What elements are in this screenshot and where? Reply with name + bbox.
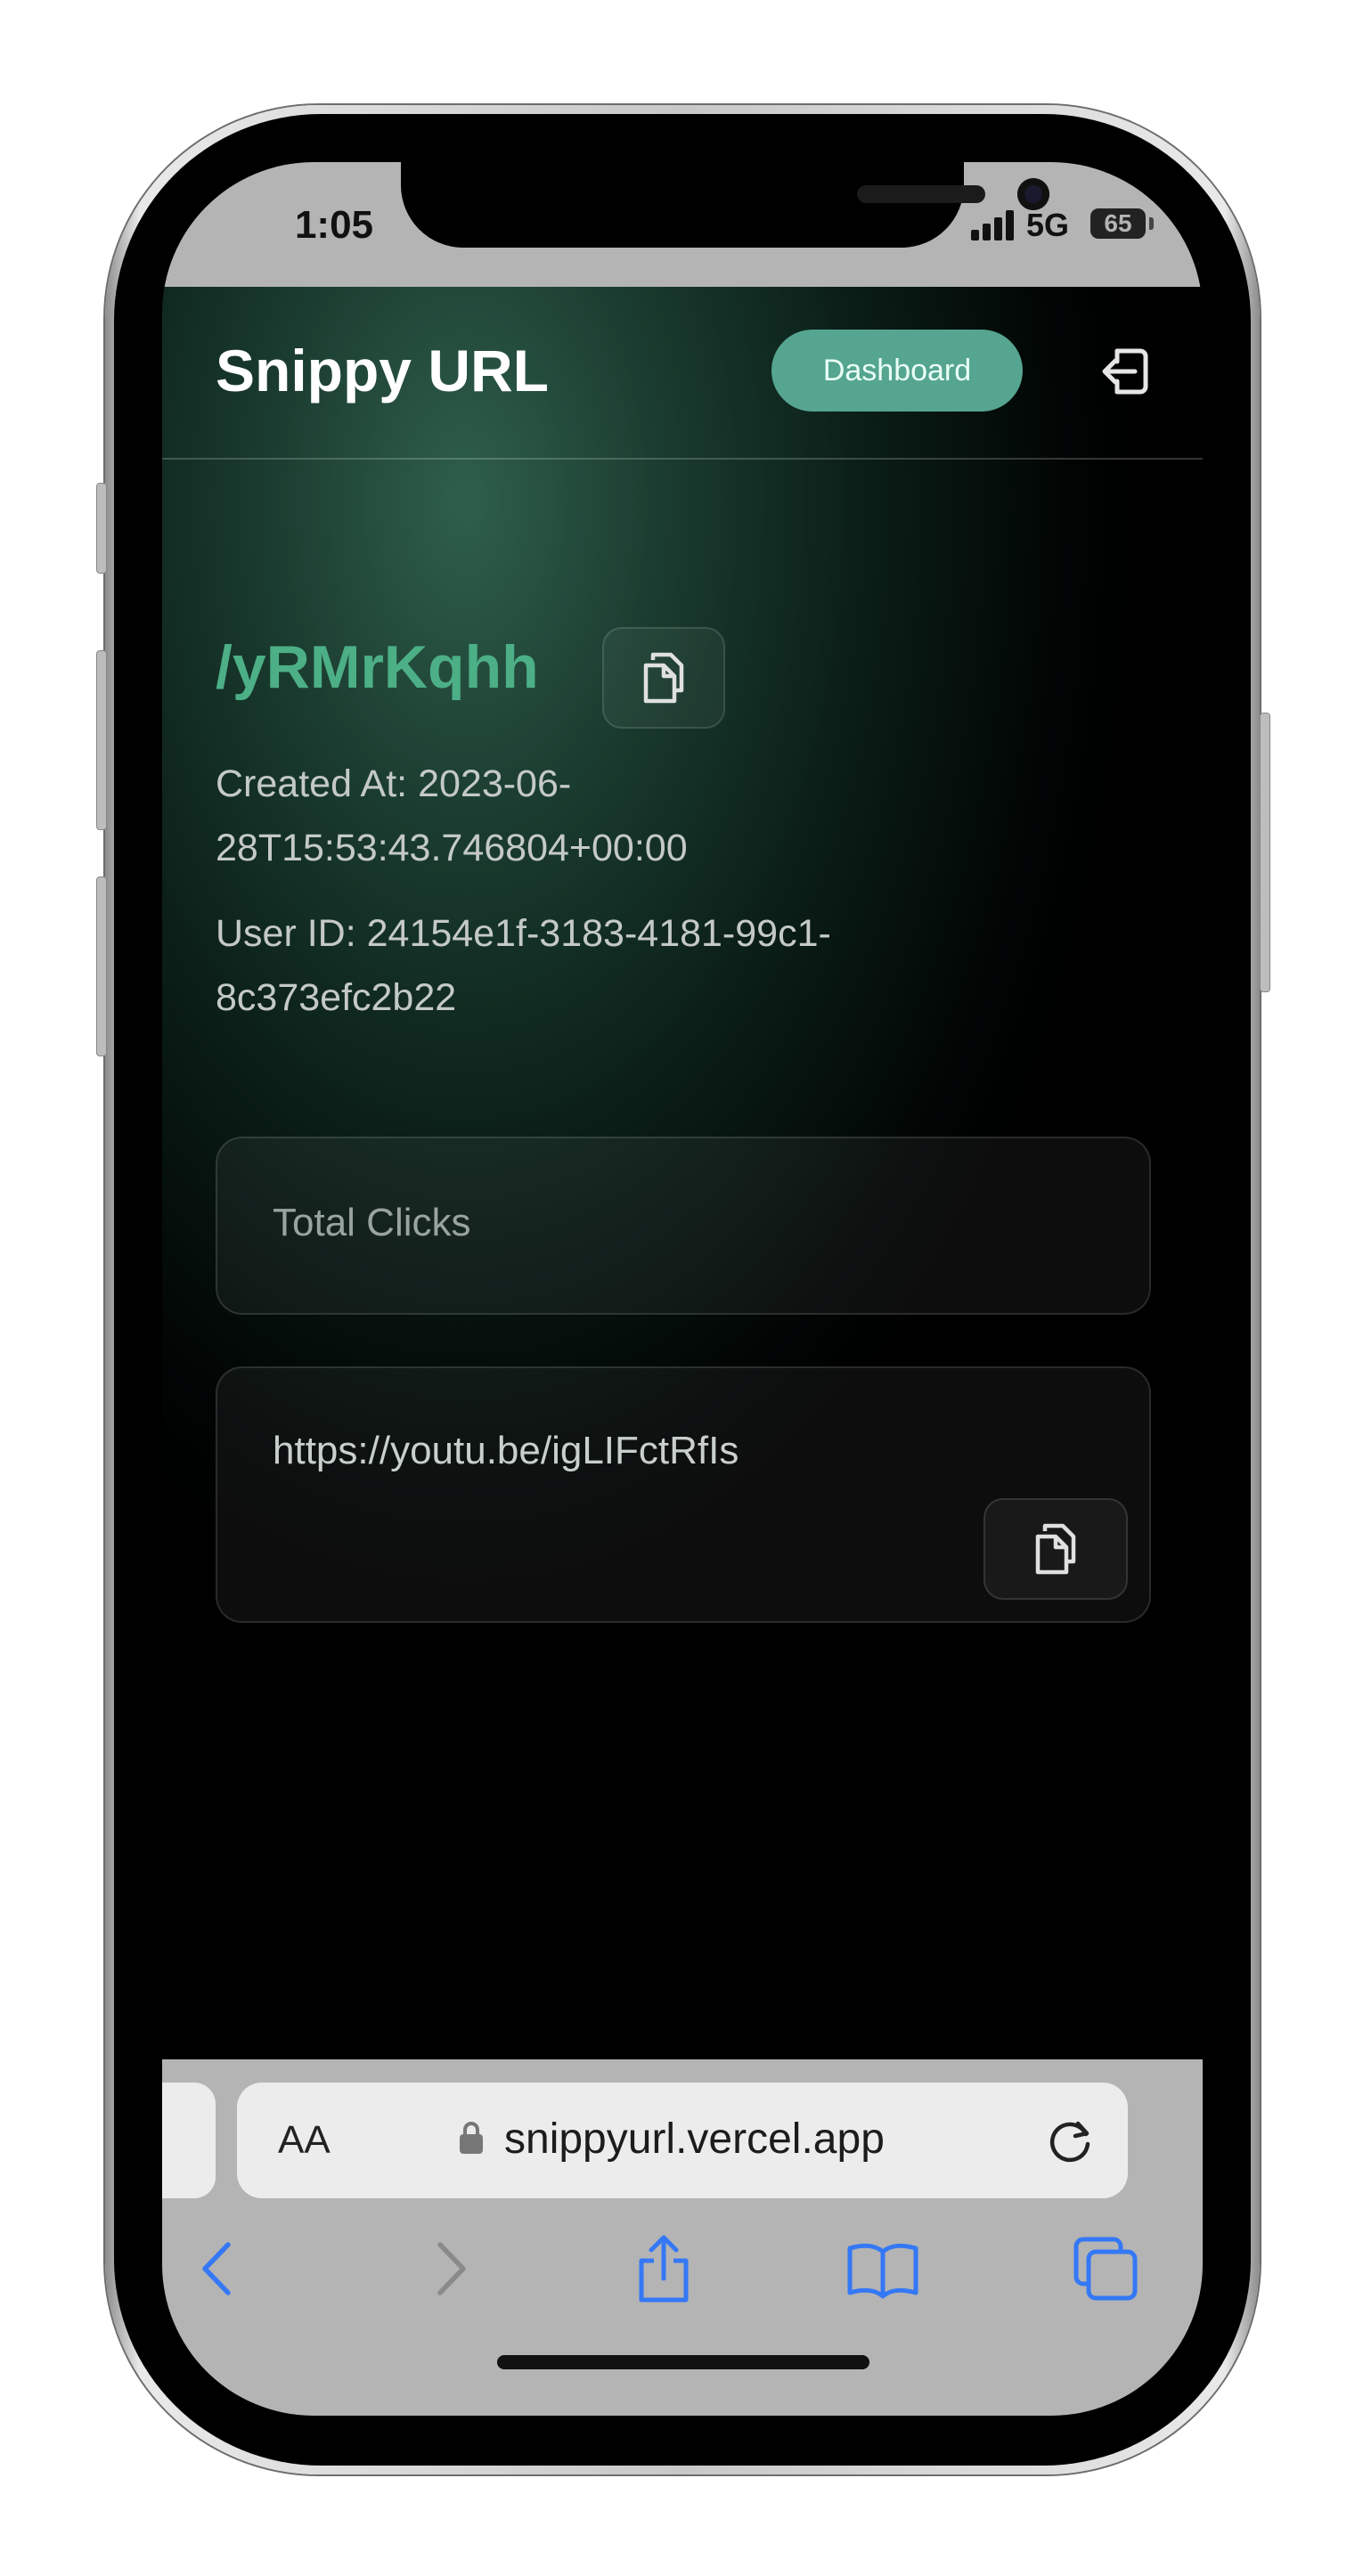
address-domain[interactable]: snippyurl.vercel.app — [504, 2115, 885, 2164]
share-icon[interactable] — [624, 2229, 704, 2309]
app-content: Snippy URL Dashboard /yRMrKqhh Created A… — [162, 287, 1203, 2059]
network-type: 5G — [1026, 207, 1070, 243]
reload-icon[interactable] — [1044, 2115, 1096, 2166]
total-clicks-card: Total Clicks — [216, 1137, 1151, 1315]
previous-tab-edge[interactable] — [162, 2083, 216, 2198]
user-id: User ID: 24154e1f-3183-4181-99c1-8c373ef… — [216, 912, 831, 1019]
volume-up-button — [96, 650, 107, 830]
bookmarks-icon[interactable] — [843, 2229, 923, 2309]
home-indicator[interactable] — [497, 2355, 869, 2369]
dashboard-button[interactable]: Dashboard — [771, 330, 1023, 412]
copy-icon — [643, 652, 684, 704]
copy-slug-button[interactable] — [602, 627, 725, 729]
destination-url[interactable]: https://youtu.be/igLIFctRfIs — [273, 1429, 739, 1473]
short-link-slug: /yRMrKqhh — [216, 633, 539, 701]
silent-switch — [96, 483, 107, 574]
notch — [401, 162, 1049, 248]
logout-icon[interactable] — [1094, 340, 1156, 403]
earpiece — [857, 185, 985, 203]
battery-icon: 65 — [1090, 208, 1146, 239]
back-icon[interactable] — [180, 2229, 260, 2309]
brand-title[interactable]: Snippy URL — [216, 337, 549, 404]
text-size-button[interactable]: AA — [278, 2118, 331, 2163]
tabs-icon[interactable] — [1065, 2229, 1146, 2309]
battery-cap — [1149, 217, 1154, 230]
volume-down-button — [96, 876, 107, 1056]
forward-icon[interactable] — [408, 2229, 488, 2309]
app-header: Snippy URL Dashboard — [162, 287, 1203, 460]
total-clicks-label: Total Clicks — [273, 1201, 471, 1244]
phone-screen: 1:05 5G 65 Snippy URL Dashboard /yRMrKqh… — [162, 162, 1203, 2416]
status-time: 1:05 — [294, 203, 374, 247]
status-bar: 1:05 5G 65 — [162, 162, 1203, 287]
created-at: Created At: 2023-06-28T15:53:43.746804+0… — [216, 762, 688, 869]
destination-url-card: https://youtu.be/igLIFctRfIs — [216, 1366, 1151, 1623]
address-bar[interactable]: AA snippyurl.vercel.app — [237, 2083, 1128, 2198]
lock-icon — [460, 2122, 483, 2154]
power-button — [1260, 713, 1270, 992]
copy-icon — [1035, 1523, 1076, 1575]
signal-icon — [971, 210, 1017, 240]
front-camera — [1017, 178, 1049, 210]
copy-url-button[interactable] — [983, 1498, 1128, 1600]
